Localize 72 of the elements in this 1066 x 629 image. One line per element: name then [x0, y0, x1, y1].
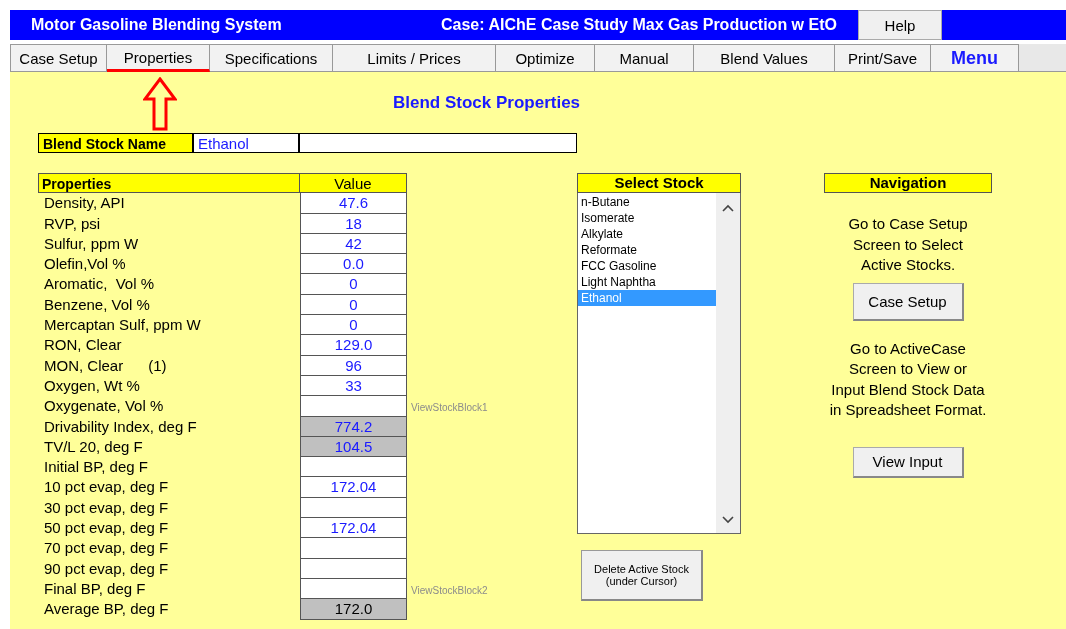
section-header: Select Stock: [577, 173, 741, 193]
value-cell: 172.04: [300, 477, 407, 498]
case-setup-button[interactable]: Case Setup: [852, 282, 964, 321]
property-label: Initial BP, deg F: [43, 457, 149, 478]
tab[interactable]: Print/Save: [835, 44, 931, 72]
property-label: Drivability Index, deg F: [43, 416, 198, 437]
value-cell: 0: [300, 294, 407, 316]
page-heading: Blend Stock Properties: [393, 93, 581, 112]
property-label: TV/L 20, deg F: [43, 436, 144, 457]
property-label: RVP, psi: [43, 213, 102, 234]
case-title: Case: AIChE Case Study Max Gas Production w EtO: [441, 16, 838, 34]
tab[interactable]: Limits / Prices: [333, 44, 496, 72]
tab[interactable]: Manual: [595, 44, 694, 72]
column-header: Properties: [38, 173, 300, 194]
up-arrow-icon: [143, 77, 177, 131]
tab[interactable]: Properties: [107, 44, 210, 72]
list-item[interactable]: FCC Gasoline: [578, 258, 716, 274]
view-input-button[interactable]: View Input: [852, 446, 964, 478]
property-label: MON, Clear (1): [43, 355, 168, 376]
property-label: 90 pct evap, deg F: [43, 558, 170, 579]
scrollbar[interactable]: [716, 193, 740, 533]
instruction-text: Go to ActiveCase Screen to View or Input Blend Stock Data in Spreadsheet Format.: [828, 338, 988, 420]
value-cell: 104.5: [300, 436, 407, 458]
value-cell: 129.0: [300, 335, 407, 356]
property-label: Oxygenate, Vol %: [43, 396, 165, 417]
value-cell: 0: [300, 274, 407, 295]
property-label: Mercaptan Sulf, ppm W: [43, 315, 202, 336]
property-label: Aromatic, Vol %: [43, 274, 156, 295]
help-button[interactable]: Help: [858, 10, 942, 40]
property-label: Density, API: [43, 193, 126, 214]
list-item[interactable]: Alkylate: [578, 226, 716, 242]
column-header: Value: [300, 173, 407, 194]
scroll-down-icon[interactable]: [721, 515, 735, 525]
property-label: Final BP, deg F: [43, 578, 147, 599]
value-cell: 774.2: [300, 416, 407, 437]
tab[interactable]: Blend Values: [694, 44, 835, 72]
value-cell: 172.0: [300, 599, 407, 620]
property-label: RON, Clear: [43, 335, 123, 356]
property-label: Benzene, Vol %: [43, 294, 151, 315]
app-title: Motor Gasoline Blending System: [31, 16, 283, 34]
tab[interactable]: Specifications: [210, 44, 333, 72]
list-item[interactable]: Light Naphtha: [578, 274, 716, 290]
delete-stock-button[interactable]: Delete Active Stock (under Cursor): [581, 550, 703, 601]
tab[interactable]: Case Setup: [10, 44, 107, 72]
list-item[interactable]: Reformate: [578, 242, 716, 258]
cell-note: ViewStockBlock1: [410, 401, 488, 416]
tab[interactable]: Optimize: [496, 44, 595, 72]
list-item[interactable]: n-Butane: [578, 194, 716, 210]
value-cell: 33: [300, 375, 407, 397]
property-label: 30 pct evap, deg F: [43, 497, 170, 518]
value-cell: 96: [300, 355, 407, 376]
property-label: Sulfur, ppm W: [43, 233, 140, 254]
value-cell: 172.04: [300, 518, 407, 539]
section-header: Navigation: [824, 173, 992, 193]
menu-button[interactable]: Menu: [931, 44, 1019, 72]
value-cell: 47.6: [300, 193, 407, 214]
property-label: Average BP, deg F: [43, 599, 170, 620]
property-label: 10 pct evap, deg F: [43, 477, 170, 498]
property-label: Oxygen, Wt %: [43, 375, 141, 396]
value-cell: 18: [300, 213, 407, 234]
field-label: Blend Stock Name: [38, 133, 193, 153]
cell-note: ViewStockBlock2: [410, 583, 488, 598]
value-cell: 0: [300, 315, 407, 336]
property-label: 70 pct evap, deg F: [43, 538, 170, 559]
property-label: Olefin,Vol %: [43, 254, 127, 275]
property-label: 50 pct evap, deg F: [43, 518, 170, 539]
list-item[interactable]: Isomerate: [578, 210, 716, 226]
instruction-text: Go to Case Setup Screen to Select Active Stocks.: [847, 214, 969, 275]
blend-stock-name-field[interactable]: Ethanol: [193, 133, 300, 153]
value-cell: 42: [300, 233, 407, 255]
scroll-up-icon[interactable]: [721, 203, 735, 213]
value-cell: 0.0: [300, 254, 407, 275]
